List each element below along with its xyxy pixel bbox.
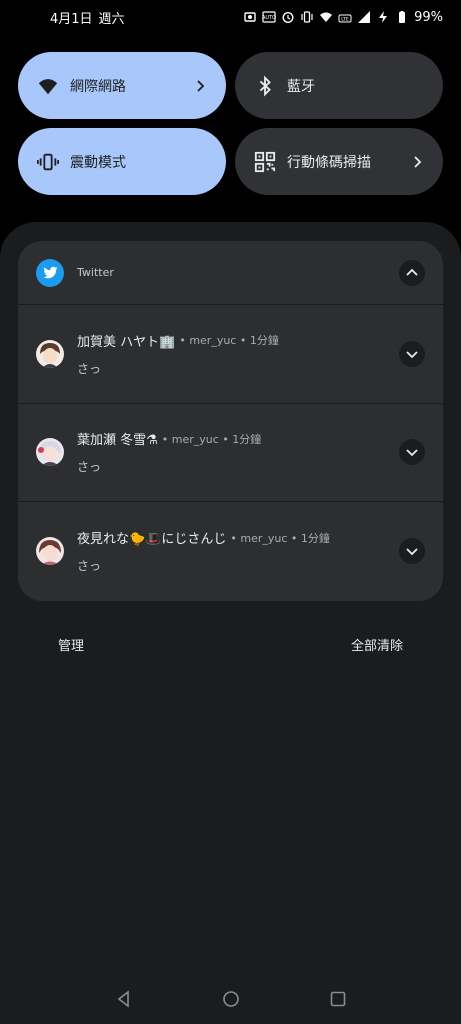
auto-brightness-icon: AUTO [262, 10, 276, 24]
wifi-icon [319, 10, 333, 24]
message-text: さっ [77, 559, 102, 574]
tile-label: 行動條碼掃描 [287, 154, 371, 171]
navigation-bar [0, 974, 461, 1024]
tile-label: 網際網路 [70, 78, 126, 95]
sender-name: 加賀美 ハヤト🏢 [77, 334, 176, 350]
tile-vibrate-mode[interactable]: 震動模式 [18, 128, 226, 195]
svg-text:AUTO: AUTO [262, 15, 276, 21]
sender-name: 夜見れな🐤🎩にじさんじ [77, 532, 227, 548]
vibrate-icon [36, 150, 60, 174]
avatar [36, 537, 64, 566]
message-text: さっ [77, 361, 102, 376]
wifi-icon [36, 74, 60, 98]
avatar [36, 339, 64, 368]
expand-button[interactable] [399, 538, 425, 565]
battery-percent: 99% [414, 9, 443, 25]
svg-text:LTE: LTE [341, 17, 349, 23]
chevron-right-icon [192, 78, 208, 94]
notification-message[interactable]: 加賀美 ハヤト🏢 • mer_yuc • 1分鐘 さっ [18, 305, 443, 404]
battery-icon [395, 10, 409, 24]
qr-scanner-icon [253, 150, 277, 174]
manage-button[interactable]: 管理 [58, 635, 84, 654]
chevron-up-icon [406, 268, 418, 276]
volte-icon: LTE [338, 10, 352, 24]
screenshot-icon [243, 10, 257, 24]
chevron-down-icon [406, 548, 418, 556]
expand-button[interactable] [399, 439, 425, 466]
chevron-down-icon [406, 449, 418, 457]
status-bar: 4月1日 週六 AUTO LTE 99% [0, 0, 461, 34]
avatar [36, 438, 64, 467]
expand-button[interactable] [399, 340, 425, 367]
tile-label: 震動模式 [70, 154, 126, 171]
clear-all-button[interactable]: 全部清除 [351, 635, 403, 654]
notification-header[interactable]: Twitter [18, 241, 443, 305]
notification-message[interactable]: 葉加瀬 冬雪⚗ • mer_yuc • 1分鐘 さっ [18, 404, 443, 502]
back-icon[interactable] [114, 989, 134, 1009]
notification-actions: 管理 全部清除 [0, 630, 461, 658]
chevron-down-icon [406, 351, 418, 359]
tile-label: 藍牙 [287, 78, 315, 95]
message-meta: • mer_yuc • 1分鐘 [179, 334, 279, 348]
message-text: さっ [77, 460, 102, 475]
tile-internet[interactable]: 網際網路 [18, 52, 226, 119]
status-date: 4月1日 [50, 11, 93, 27]
sender-name: 葉加瀬 冬雪⚗ [77, 433, 158, 449]
notification-group[interactable]: Twitter 加賀美 ハヤト🏢 • mer_yuc • 1分鐘 さっ 葉加瀬 … [18, 241, 443, 601]
message-meta: • mer_yuc • 1分鐘 [230, 531, 330, 545]
collapse-button[interactable] [399, 259, 425, 286]
notification-message[interactable]: 夜見れな🐤🎩にじさんじ • mer_yuc • 1分鐘 さっ [18, 502, 443, 601]
quick-settings: 網際網路 藍牙 震動模式 行動條碼掃描 [18, 52, 443, 195]
tile-qr-scanner[interactable]: 行動條碼掃描 [235, 128, 443, 195]
message-meta: • mer_yuc • 1分鐘 [161, 432, 262, 446]
app-name: Twitter [77, 266, 114, 279]
twitter-icon [36, 258, 64, 287]
tile-bluetooth[interactable]: 藍牙 [235, 52, 443, 119]
home-icon[interactable] [221, 989, 241, 1009]
chevron-right-icon [409, 154, 425, 170]
charging-icon [376, 10, 390, 24]
signal-icon [357, 10, 371, 24]
vibrate-icon [300, 10, 314, 24]
recents-icon[interactable] [328, 989, 348, 1009]
status-weekday: 週六 [98, 11, 125, 27]
alarm-icon [281, 10, 295, 24]
bluetooth-icon [253, 74, 277, 98]
